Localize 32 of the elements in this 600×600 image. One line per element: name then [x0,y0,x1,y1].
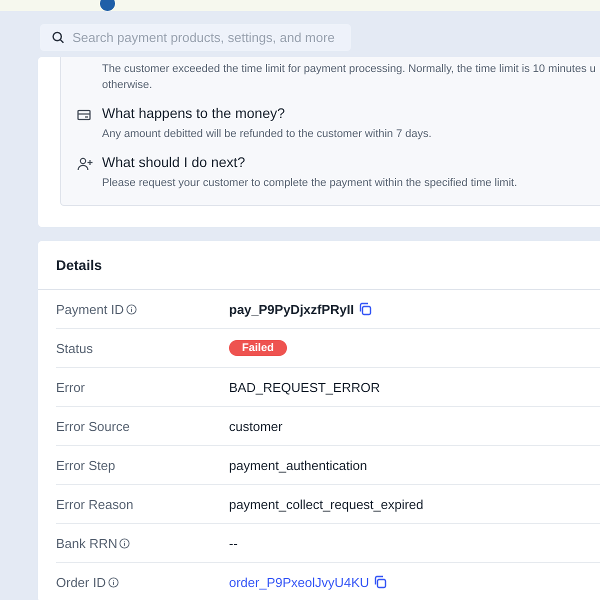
detail-label: Order ID [56,574,106,590]
detail-value: customer [229,418,282,434]
detail-label: Error Source [56,418,130,434]
info-icon[interactable] [108,576,119,588]
detail-label: Error [56,380,85,394]
info-icon[interactable] [119,538,130,548]
detail-label: Bank RRN [56,536,118,550]
detail-value: payment_collect_request_expired [229,496,424,512]
detail-value: payment_authentication [229,458,368,472]
detail-value: BAD_REQUEST_ERROR [229,380,380,394]
info-heading: What happens to the money? [102,105,286,121]
detail-label: Payment ID [56,302,124,316]
copy-icon[interactable] [358,302,372,316]
card-icon [77,109,91,121]
user-add-icon [77,157,93,171]
detail-label: Error Step [56,458,116,472]
info-text: Any amount debitted will be refunded to the customer within 7 days. [102,127,432,142]
details-title: Details [56,257,102,273]
detail-value: -- [229,536,238,550]
order-id-link[interactable]: order_P9PxeolJvyU4KU [229,574,370,590]
payment-id: pay_P9PyDjxzfPRyII [229,302,354,316]
info-text: Please request your customer to complete the payment within the specified time limit. [102,176,518,191]
detail-label: Error Reason [56,496,134,512]
detail-label: Status [56,340,93,356]
info-text: The customer exceeded the time limit for payment processing. Normally, the time limit is 10 minutes u [102,62,596,77]
info-text: otherwise. [102,78,154,93]
copy-icon[interactable] [373,575,388,589]
status-badge: Failed [229,340,287,356]
info-heading: What should I do next? [102,154,246,170]
search-icon [52,31,64,44]
info-icon[interactable] [126,304,137,314]
search-field[interactable]: Search payment products, settings, and more [40,24,351,51]
